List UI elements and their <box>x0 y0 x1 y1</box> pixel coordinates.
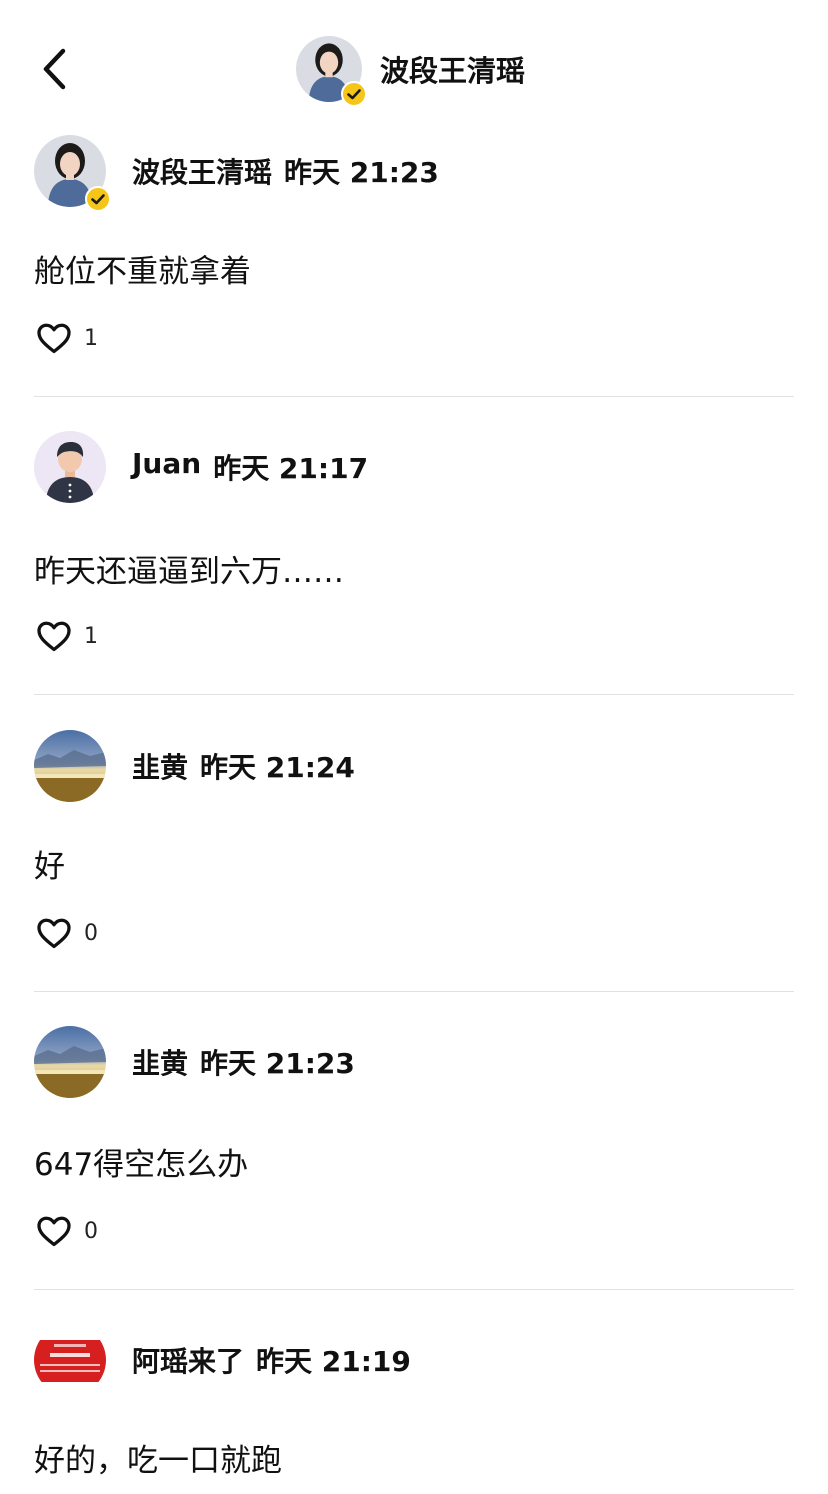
like-count: 1 <box>84 623 98 649</box>
like-count: 1 <box>84 325 98 351</box>
comment-item: 韭黄 昨天 21:23 647得空怎么办 0 <box>34 1025 794 1257</box>
like-button[interactable] <box>34 913 74 953</box>
like-button[interactable] <box>34 318 74 358</box>
comment-time: 昨天 21:24 <box>200 751 355 784</box>
comment-text: 好的，吃一口就跑 <box>34 1443 282 1479</box>
avatar[interactable] <box>34 1026 106 1098</box>
landscape-avatar-image <box>34 730 106 802</box>
comment-meta: 韭黄 昨天 21:23 <box>132 1042 355 1082</box>
avatar[interactable] <box>34 730 106 802</box>
like-button[interactable] <box>34 1211 74 1251</box>
like-row: 1 <box>34 318 98 358</box>
heart-icon <box>37 918 71 949</box>
heart-icon <box>37 621 71 652</box>
comment-item: 阿瑶来了 昨天 21:19 好的，吃一口就跑 <box>34 1323 794 1494</box>
like-button[interactable] <box>34 616 74 656</box>
top-bar: 波段王清瑶 <box>0 0 828 140</box>
comment-author[interactable]: 韭黄 <box>132 1042 188 1082</box>
comment-text: 昨天还逼逼到六万…… <box>34 554 344 590</box>
comment-author[interactable]: 韭黄 <box>132 746 188 786</box>
comment-author[interactable]: 阿瑶来了 <box>132 1340 244 1380</box>
verified-badge-icon <box>85 186 111 212</box>
like-row: 0 <box>34 913 98 953</box>
comment-time: 昨天 21:23 <box>284 156 439 189</box>
comment-text: 好 <box>34 849 65 885</box>
header-profile[interactable]: 波段王清瑶 <box>296 36 526 107</box>
comment-time: 昨天 21:23 <box>200 1047 355 1080</box>
like-count: 0 <box>84 920 98 946</box>
comment-item: 波段王清瑶 昨天 21:23 舱位不重就拿着 1 <box>34 134 794 364</box>
avatar[interactable] <box>296 36 367 107</box>
avatar[interactable] <box>34 431 106 503</box>
like-count: 0 <box>84 1218 98 1244</box>
heart-icon <box>37 323 71 354</box>
comment-item: 韭黄 昨天 21:24 好 0 <box>34 729 794 959</box>
comment-meta: 韭黄 昨天 21:24 <box>132 746 355 786</box>
heart-icon <box>37 1216 71 1247</box>
back-button[interactable] <box>32 44 76 94</box>
divider <box>34 694 794 695</box>
comment-time: 昨天 21:19 <box>256 1345 411 1378</box>
default-person-icon <box>34 431 106 503</box>
comment-item: Juan 昨天 21:17 昨天还逼逼到六万…… 1 <box>34 430 794 662</box>
verified-badge-icon <box>341 81 367 107</box>
page-title: 波段王清瑶 <box>380 54 526 88</box>
red-banner-avatar-image <box>34 1324 106 1396</box>
comment-author[interactable]: 波段王清瑶 <box>132 151 272 191</box>
comment-text: 647得空怎么办 <box>34 1147 249 1183</box>
comment-text: 舱位不重就拿着 <box>34 254 251 290</box>
comment-author[interactable]: Juan <box>132 447 201 487</box>
comment-meta: 波段王清瑶 昨天 21:23 <box>132 151 439 191</box>
like-row: 1 <box>34 616 98 656</box>
divider <box>34 991 794 992</box>
comment-meta: 阿瑶来了 昨天 21:19 <box>132 1340 411 1380</box>
chevron-left-icon <box>43 48 66 90</box>
like-row: 0 <box>34 1211 98 1251</box>
avatar[interactable] <box>34 135 111 212</box>
divider <box>34 1289 794 1290</box>
comment-time: 昨天 21:17 <box>213 452 369 485</box>
avatar[interactable] <box>34 1324 106 1396</box>
landscape-avatar-image <box>34 1026 106 1098</box>
comment-meta: Juan 昨天 21:17 <box>132 447 368 487</box>
divider <box>34 396 794 397</box>
